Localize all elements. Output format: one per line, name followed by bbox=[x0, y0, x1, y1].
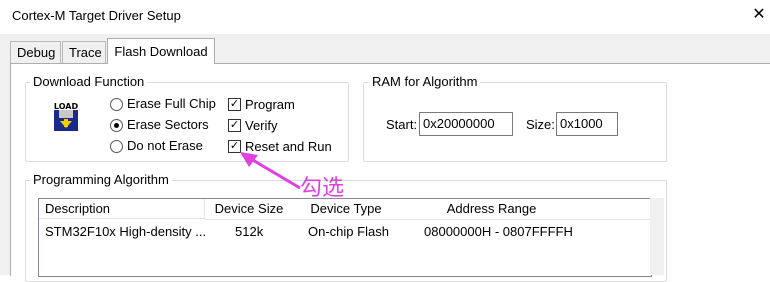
size-label: Size: bbox=[526, 117, 555, 132]
radio-do-not-erase[interactable] bbox=[110, 140, 123, 153]
verify-label: Verify bbox=[245, 118, 278, 133]
verify-checkbox[interactable]: ✓ bbox=[228, 119, 241, 132]
column-header-device-size[interactable]: Device Size bbox=[205, 199, 294, 220]
download-function-legend: Download Function bbox=[30, 75, 148, 89]
ram-for-algorithm-legend: RAM for Algorithm bbox=[369, 75, 481, 89]
window-title: Cortex-M Target Driver Setup bbox=[12, 8, 181, 23]
size-input[interactable]: 0x1000 bbox=[556, 112, 618, 136]
start-address-input[interactable]: 0x20000000 bbox=[419, 112, 513, 136]
algorithm-table: Description Device Size Device Type Addr… bbox=[38, 198, 652, 277]
column-header-address-range[interactable]: Address Range bbox=[399, 199, 585, 220]
tab-flash-download[interactable]: Flash Download bbox=[107, 38, 215, 64]
radio-erase-full-chip[interactable] bbox=[110, 98, 123, 111]
tab-trace[interactable]: Trace bbox=[62, 41, 106, 63]
row-address-range: 08000000H - 0807FFFFH bbox=[424, 224, 573, 239]
start-label: Start: bbox=[386, 117, 418, 132]
radio-erase-sectors[interactable] bbox=[110, 119, 123, 132]
tab-debug[interactable]: Debug bbox=[10, 41, 61, 63]
column-header-filler bbox=[584, 199, 651, 220]
table-scrollbar[interactable] bbox=[650, 198, 664, 275]
annotation-text: 勾选 bbox=[300, 176, 345, 201]
do-not-erase-label: Do not Erase bbox=[127, 138, 203, 153]
row-description: STM32F10x High-density ... bbox=[45, 224, 207, 239]
row-device-type: On-chip Flash bbox=[308, 224, 389, 239]
erase-full-chip-label: Erase Full Chip bbox=[127, 96, 216, 111]
load-icon: LOAD bbox=[50, 101, 82, 133]
close-icon[interactable]: ✕ bbox=[748, 4, 770, 26]
row-device-size: 512k bbox=[235, 224, 264, 239]
column-header-device-type[interactable]: Device Type bbox=[293, 199, 400, 220]
erase-sectors-label: Erase Sectors bbox=[127, 117, 209, 132]
programming-algorithm-legend: Programming Algorithm bbox=[30, 173, 172, 187]
program-checkbox[interactable]: ✓ bbox=[228, 98, 241, 111]
load-icon-text: LOAD bbox=[54, 102, 79, 111]
title-bar: Cortex-M Target Driver Setup ✕ bbox=[0, 0, 770, 34]
annotation-arrow bbox=[240, 152, 301, 190]
program-label: Program bbox=[245, 97, 295, 112]
column-header-description[interactable]: Description bbox=[39, 199, 205, 219]
